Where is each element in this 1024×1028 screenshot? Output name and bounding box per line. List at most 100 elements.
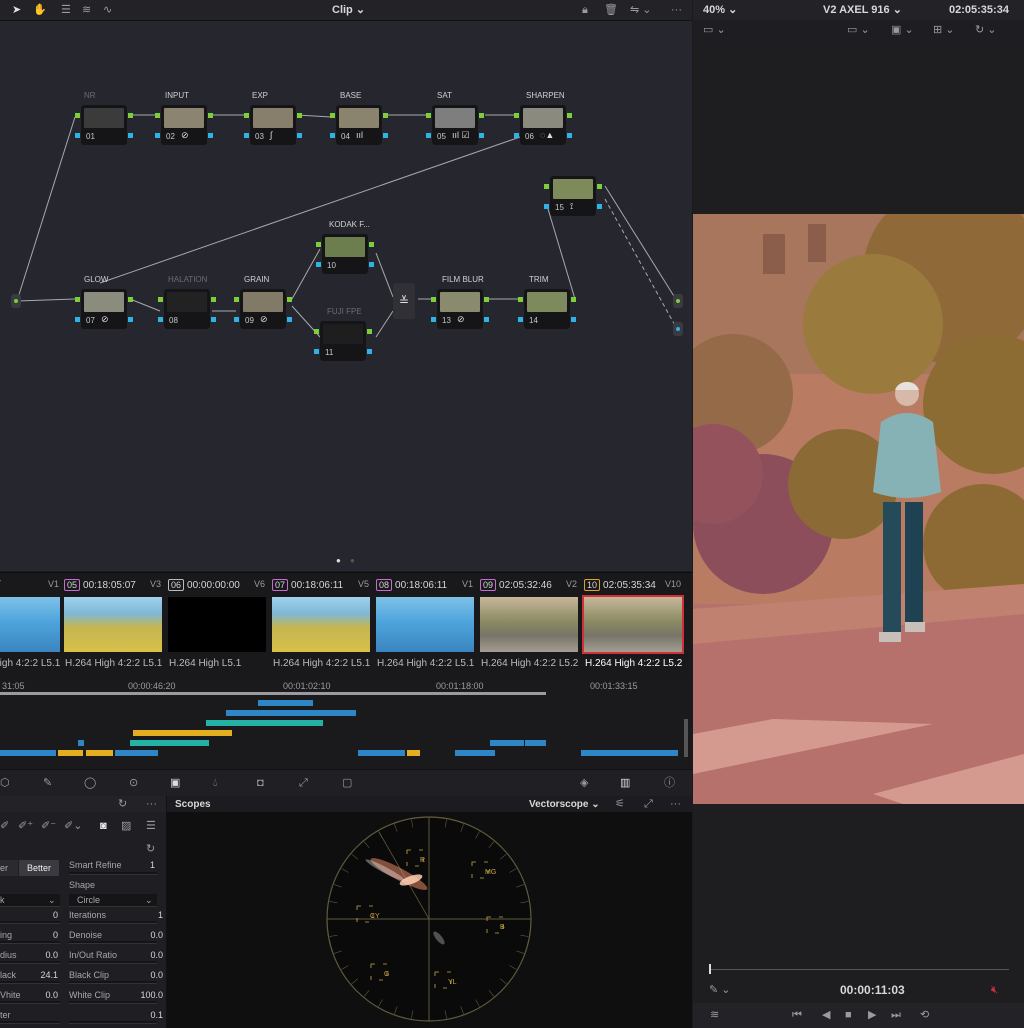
- quality-faster-tab[interactable]: er: [0, 860, 18, 876]
- node-key-output[interactable]: [297, 133, 302, 138]
- node-key-output[interactable]: [571, 317, 576, 322]
- timeline-clip-bar[interactable]: [0, 750, 56, 756]
- layers-icon[interactable]: ≋: [82, 0, 91, 20]
- timeline-clip-bar[interactable]: [258, 700, 313, 706]
- node-rgb-output[interactable]: [479, 113, 484, 118]
- setting-value-left[interactable]: 0: [20, 910, 58, 920]
- node-04[interactable]: 04 ııl: [330, 105, 388, 145]
- rgb-output-node[interactable]: [673, 294, 683, 308]
- setting-value-right[interactable]: 1: [125, 910, 163, 920]
- timeline-clip-bar[interactable]: [86, 750, 113, 756]
- timeline-scrollbar[interactable]: [684, 719, 688, 757]
- node-key-output[interactable]: [567, 133, 572, 138]
- play-reverse-icon[interactable]: ◀: [822, 1005, 830, 1025]
- stop-icon[interactable]: ■: [845, 1005, 852, 1025]
- node-rgb-input[interactable]: [426, 113, 431, 118]
- node-rgb-output[interactable]: [287, 297, 292, 302]
- node-key-input[interactable]: [518, 317, 523, 322]
- pointer-tool-icon[interactable]: ➤: [12, 0, 21, 20]
- node-rgb-output[interactable]: [571, 297, 576, 302]
- node-14[interactable]: 14: [518, 289, 576, 329]
- node-rgb-output[interactable]: [484, 297, 489, 302]
- node-key-output[interactable]: [367, 349, 372, 354]
- hand-tool-icon[interactable]: ✋: [33, 0, 47, 20]
- keyframes-icon[interactable]: ◈: [580, 773, 588, 793]
- node-rgb-output[interactable]: [128, 297, 133, 302]
- node-key-input[interactable]: [158, 317, 163, 322]
- eyedropper-dropdown-icon[interactable]: ✎ ⌄: [709, 980, 731, 1000]
- display-icon[interactable]: ▭ ⌄: [847, 20, 870, 40]
- node-rgb-input[interactable]: [514, 113, 519, 118]
- node-key-output[interactable]: [287, 317, 292, 322]
- pen-dropdown-icon[interactable]: ✐⌄: [64, 816, 82, 836]
- magic-mask-icon[interactable]: ▣: [170, 773, 180, 793]
- window-layout-icon[interactable]: ▭ ⌄: [703, 20, 726, 40]
- node-rgb-output[interactable]: [367, 329, 372, 334]
- setting-slider[interactable]: [69, 1021, 157, 1024]
- node-key-input[interactable]: [155, 133, 160, 138]
- node-key-output[interactable]: [128, 317, 133, 322]
- timeline-clip-bar[interactable]: [133, 730, 232, 736]
- node-rgb-output[interactable]: [597, 184, 602, 189]
- mask-compare-icon[interactable]: ▨: [121, 816, 131, 836]
- node-rgb-output[interactable]: [383, 113, 388, 118]
- mini-timeline[interactable]: 31:05 00:00:46:20 00:01:02:10 00:01:18:0…: [0, 679, 692, 769]
- node-editor[interactable]: NR 01 INPUT 02 ⊘ EXP 03 ∫ BASE 04 ııl SAT 05 ııl ☑ SHA…: [0, 21, 692, 571]
- timeline-clip-bar[interactable]: [581, 750, 678, 756]
- setting-slider[interactable]: [0, 941, 60, 944]
- node-07[interactable]: 07 ⊘: [75, 289, 133, 329]
- clip-thumbnail-item[interactable]: 10 02:05:35:34 V10 H.264 High 4:2:2 L5.2: [582, 573, 686, 680]
- node-key-input[interactable]: [514, 133, 519, 138]
- node-options-icon[interactable]: ⇋ ⌄: [630, 0, 652, 20]
- clip-thumbnail-item[interactable]: 18:05:07 V1 H.264 High 4:2:2 L5.1: [0, 573, 64, 680]
- node-key-input[interactable]: [75, 317, 80, 322]
- more-options-icon[interactable]: ···: [671, 0, 682, 20]
- timeline-clip-bar[interactable]: [58, 750, 83, 756]
- node-03[interactable]: 03 ∫: [244, 105, 302, 145]
- info-icon[interactable]: ⓘ: [664, 773, 675, 793]
- node-13[interactable]: 13 ⊘: [431, 289, 489, 329]
- viewer-scrubber[interactable]: [709, 969, 1009, 970]
- node-rgb-input[interactable]: [234, 297, 239, 302]
- clip-mode-dropdown[interactable]: Clip ⌄: [332, 0, 365, 20]
- timeline-clip-bar[interactable]: [490, 740, 524, 746]
- node-key-output[interactable]: [383, 133, 388, 138]
- setting-slider[interactable]: [69, 961, 157, 964]
- clip-input-node[interactable]: [11, 294, 21, 308]
- timeline-range-bar[interactable]: [0, 692, 546, 695]
- power-window-icon[interactable]: ◯: [84, 773, 96, 793]
- timeline-clip-bar[interactable]: [115, 750, 158, 756]
- setting-value-right[interactable]: 100.0: [125, 990, 163, 1000]
- timeline-clip-bar[interactable]: [226, 710, 356, 716]
- key-icon[interactable]: ◘: [257, 773, 264, 793]
- setting-slider[interactable]: [0, 961, 60, 964]
- curves-icon[interactable]: ∿: [103, 0, 112, 20]
- timeline-clip-bar[interactable]: [455, 750, 495, 756]
- setting-value-left[interactable]: 0.0: [20, 950, 58, 960]
- node-key-input[interactable]: [244, 133, 249, 138]
- setting-value-left[interactable]: 0.0: [20, 990, 58, 1000]
- reset-panel-icon[interactable]: ↻: [118, 796, 127, 812]
- skip-to-start-icon[interactable]: ⏮︎: [792, 1005, 802, 1025]
- node-rgb-output[interactable]: [297, 113, 302, 118]
- node-rgb-input[interactable]: [244, 113, 249, 118]
- clip-thumbnail-item[interactable]: 08 00:18:06:11 V1 H.264 High 4:2:2 L5.1: [374, 573, 478, 680]
- setting-slider[interactable]: [69, 981, 157, 984]
- node-rgb-input[interactable]: [314, 329, 319, 334]
- trash-icon[interactable]: 🗑︎: [604, 0, 618, 20]
- clip-thumbnail-item[interactable]: 07 00:18:06:11 V5 H.264 High 4:2:2 L5.1: [270, 573, 374, 680]
- node-08[interactable]: 08: [158, 289, 216, 329]
- mute-icon[interactable]: 🔇︎: [991, 980, 998, 1000]
- layers-icon[interactable]: ≋: [710, 1005, 719, 1025]
- node-key-input[interactable]: [75, 133, 80, 138]
- node-rgb-input[interactable]: [544, 184, 549, 189]
- reset-mask-icon[interactable]: ↻: [146, 842, 155, 856]
- viewer-playhead[interactable]: [709, 964, 711, 974]
- subtract-stroke-icon[interactable]: ✐⁻: [41, 816, 56, 836]
- node-rgb-input[interactable]: [158, 297, 163, 302]
- page-indicator[interactable]: ●: [336, 556, 341, 565]
- node-rgb-output[interactable]: [211, 297, 216, 302]
- node-key-output[interactable]: [369, 262, 374, 267]
- scope-settings-icon[interactable]: ⚟: [615, 796, 625, 812]
- skip-to-end-icon[interactable]: ⏭︎: [891, 1005, 901, 1025]
